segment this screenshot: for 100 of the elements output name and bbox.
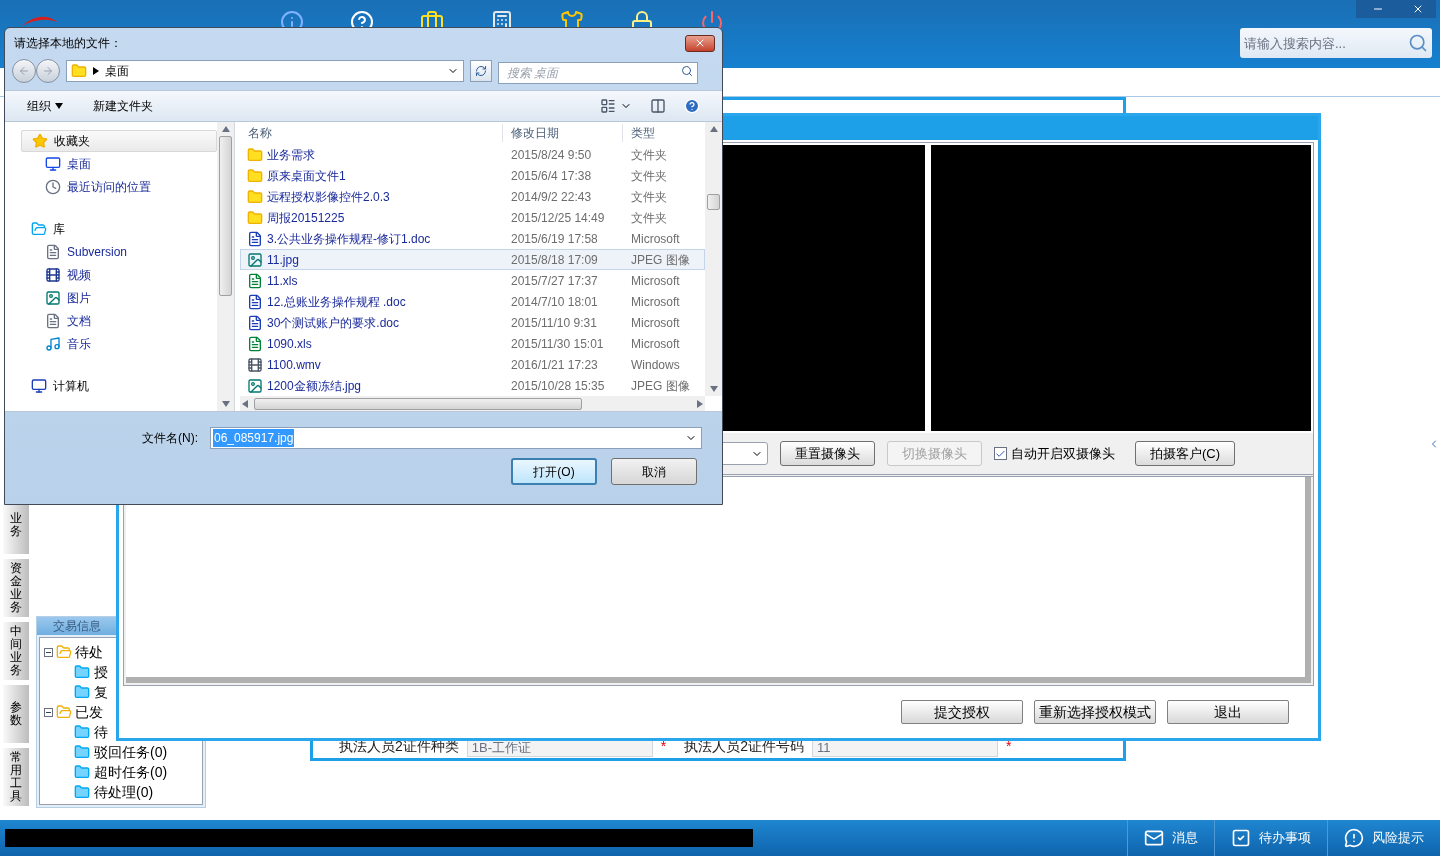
folder-icon xyxy=(31,221,47,237)
address-bar[interactable]: 桌面 xyxy=(66,60,464,82)
scrollbar[interactable] xyxy=(705,122,722,396)
file-name: 1090.xls xyxy=(267,335,312,353)
video-file-icon xyxy=(247,356,263,373)
file-type: Microsoft xyxy=(630,314,680,332)
preview-pane-icon[interactable] xyxy=(650,98,666,114)
nav-item[interactable]: 桌面 xyxy=(67,154,91,173)
tree-item[interactable]: 待处理(0) xyxy=(94,782,154,802)
tree-item[interactable]: 超时任务(0) xyxy=(94,762,168,782)
close-button[interactable] xyxy=(685,34,715,52)
scroll-up-icon[interactable] xyxy=(221,126,230,132)
nav-item[interactable]: 视频 xyxy=(67,265,91,284)
tree-item[interactable]: 授 xyxy=(94,662,108,682)
horizontal-scrollbar[interactable] xyxy=(240,396,705,411)
checkbox-icon xyxy=(1231,828,1251,848)
status-item[interactable]: 待办事项 xyxy=(1214,820,1327,856)
music-icon xyxy=(45,335,61,352)
dialog-button[interactable]: 退出 xyxy=(1167,700,1289,724)
nav-group[interactable]: 库 xyxy=(21,218,217,240)
toolbar-button[interactable]: 拍摄客户(C) xyxy=(1135,441,1236,466)
tree-item[interactable]: 复 xyxy=(94,682,108,702)
scroll-thumb[interactable] xyxy=(254,397,582,410)
file-row[interactable]: 3.公共业务操作规程-修订1.doc 2015/6/19 17:58 Microsoft xyxy=(240,228,705,249)
scroll-up-icon[interactable] xyxy=(709,126,718,132)
file-row[interactable]: 1200金额冻结.jpg 2015/10/28 15:35 JPEG 图像 xyxy=(240,375,705,396)
search-field[interactable]: 请输入搜索内容... xyxy=(1240,28,1432,58)
side-tab[interactable]: 常用工具 xyxy=(3,748,29,806)
scroll-down-icon[interactable] xyxy=(709,386,718,392)
status-item[interactable]: 风险提示 xyxy=(1327,820,1440,856)
dialog-button[interactable]: 重新选择授权模式 xyxy=(1034,700,1156,724)
scroll-down-icon[interactable] xyxy=(221,401,230,407)
file-row[interactable]: 周报20151225 2015/12/25 14:49 文件夹 xyxy=(240,207,705,228)
file-type: Microsoft xyxy=(630,335,680,353)
star-icon xyxy=(32,133,48,149)
folder-icon xyxy=(74,724,90,740)
status-item[interactable]: 消息 xyxy=(1127,820,1214,856)
file-row[interactable]: 原来桌面文件1 2015/6/4 17:38 文件夹 xyxy=(240,165,705,186)
file-date: 2015/10/28 15:35 xyxy=(510,377,606,395)
scroll-right-icon[interactable] xyxy=(697,399,703,408)
file-row[interactable]: 12.总账业务操作规程 .doc 2014/7/10 18:01 Microsoft xyxy=(240,291,705,312)
help-icon[interactable] xyxy=(684,98,700,114)
search-icon[interactable] xyxy=(681,65,693,77)
file-row[interactable]: 30个测试账户的要求.doc 2015/11/10 9:31 Microsoft xyxy=(240,312,705,333)
file-row[interactable]: 1090.xls 2015/11/30 15:01 Microsoft xyxy=(240,333,705,354)
search-icon[interactable] xyxy=(1408,33,1428,53)
file-name: 原来桌面文件1 xyxy=(267,167,346,185)
side-tab[interactable]: 参数 xyxy=(3,685,29,743)
column-header[interactable]: 名称 xyxy=(240,124,502,142)
column-header[interactable]: 修改日期 xyxy=(502,124,622,142)
file-type: Microsoft xyxy=(630,272,680,290)
dialog-button[interactable]: 取消 xyxy=(611,458,697,485)
file-name: 30个测试账户的要求.doc xyxy=(267,314,400,332)
side-tab[interactable]: 资金业务 xyxy=(3,559,29,617)
collapse-toggle[interactable] xyxy=(44,707,53,717)
file-row[interactable]: 11.jpg 2015/8/18 17:09 JPEG 图像 xyxy=(240,249,705,270)
file-row[interactable]: 11.xls 2015/7/27 17:37 Microsoft xyxy=(240,270,705,291)
file-type: 文件夹 xyxy=(630,188,667,206)
toolbar-button[interactable]: 重置摄像头 xyxy=(780,441,875,466)
new-folder-button[interactable]: 新建文件夹 xyxy=(93,97,153,115)
nav-group[interactable]: 收藏夹 xyxy=(21,130,217,152)
scrollbar[interactable] xyxy=(217,122,234,411)
folder-icon xyxy=(74,684,90,700)
scroll-thumb[interactable] xyxy=(219,136,232,296)
forward-arrow-icon xyxy=(42,65,54,77)
file-date: 2015/7/27 17:37 xyxy=(510,272,599,290)
nav-item[interactable]: Subversion xyxy=(67,242,128,261)
nav-item[interactable]: 文档 xyxy=(67,311,91,330)
file-row[interactable]: 业务需求 2015/8/24 9:50 文件夹 xyxy=(240,144,705,165)
dialog-button[interactable]: 打开(O) xyxy=(511,458,597,485)
scroll-thumb[interactable] xyxy=(707,194,720,210)
scroll-left-icon[interactable] xyxy=(242,399,248,408)
breadcrumb-item[interactable]: 桌面 xyxy=(105,62,129,80)
dialog-button[interactable]: 提交授权 xyxy=(901,700,1023,724)
tree-item[interactable]: 待处 xyxy=(75,642,103,662)
view-icon[interactable] xyxy=(600,98,616,114)
tree-item[interactable]: 已发 xyxy=(75,702,103,722)
nav-item[interactable]: 图片 xyxy=(67,288,91,307)
file-type: 文件夹 xyxy=(630,209,667,227)
folder-icon xyxy=(74,744,90,760)
back-button[interactable] xyxy=(12,59,36,83)
checkbox[interactable] xyxy=(994,447,1007,460)
tree-item[interactable]: 待 xyxy=(94,722,108,742)
nav-group[interactable]: 计算机 xyxy=(21,375,217,397)
nav-item[interactable]: 最近访问的位置 xyxy=(67,177,151,196)
nav-item[interactable]: 音乐 xyxy=(67,334,91,353)
caret-icon[interactable] xyxy=(55,103,63,109)
file-row[interactable]: 远程授权影像控件2.0.3 2014/9/2 22:43 文件夹 xyxy=(240,186,705,207)
collapse-toggle[interactable] xyxy=(44,647,53,657)
folder-icon xyxy=(74,664,90,680)
forward-button[interactable] xyxy=(36,59,60,83)
refresh-button[interactable] xyxy=(470,60,492,82)
chevron-icon[interactable] xyxy=(93,67,99,75)
file-row[interactable]: 1100.wmv 2016/1/21 17:23 Windows xyxy=(240,354,705,375)
tree-item[interactable]: 驳回任务(0) xyxy=(94,742,168,762)
computer-icon xyxy=(31,378,47,394)
search-field[interactable]: 搜索 桌面 xyxy=(498,62,698,84)
side-tab[interactable]: 中间业务 xyxy=(3,622,29,680)
close-icon xyxy=(694,37,706,49)
organize-menu[interactable]: 组织 xyxy=(27,97,63,115)
